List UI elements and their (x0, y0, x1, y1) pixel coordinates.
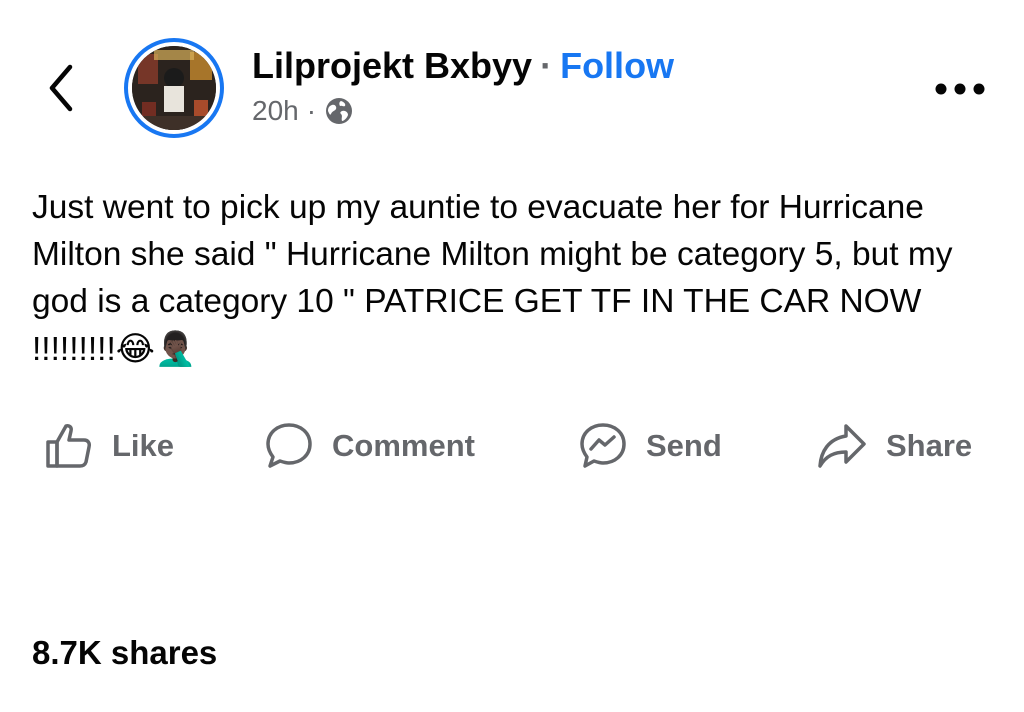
send-label: Send (646, 428, 722, 463)
shares-count[interactable]: 8.7K shares (32, 634, 217, 672)
like-button[interactable]: Like (44, 416, 174, 476)
name-separator: · (540, 45, 553, 86)
post-timestamp[interactable]: 20h (252, 94, 299, 128)
like-label: Like (112, 428, 175, 463)
back-button[interactable] (36, 58, 86, 118)
share-button[interactable]: Share (816, 416, 972, 476)
action-bar: Like Comment Send Share (0, 416, 1024, 476)
follow-button[interactable]: Follow (560, 44, 674, 88)
more-options-button[interactable] (930, 74, 990, 104)
globe-icon[interactable] (324, 96, 354, 126)
author-name[interactable]: Lilprojekt Bxbyy (252, 44, 532, 88)
meta-separator: · (306, 95, 317, 126)
comment-icon (266, 423, 312, 468)
share-label: Share (886, 428, 973, 463)
thumbs-up-icon (46, 424, 91, 468)
chevron-left-icon (49, 64, 73, 112)
more-horizontal-icon (935, 83, 985, 95)
avatar[interactable] (124, 38, 224, 138)
send-button[interactable]: Send (578, 416, 722, 476)
comment-label: Comment (332, 428, 475, 463)
post-text: Just went to pick up my auntie to evacua… (32, 184, 997, 373)
messenger-icon (580, 423, 626, 468)
avatar-image (132, 46, 216, 130)
share-arrow-icon (818, 424, 866, 468)
comment-button[interactable]: Comment (264, 416, 475, 476)
post-emojis: 😂🤦🏿‍♂️ (115, 329, 197, 368)
